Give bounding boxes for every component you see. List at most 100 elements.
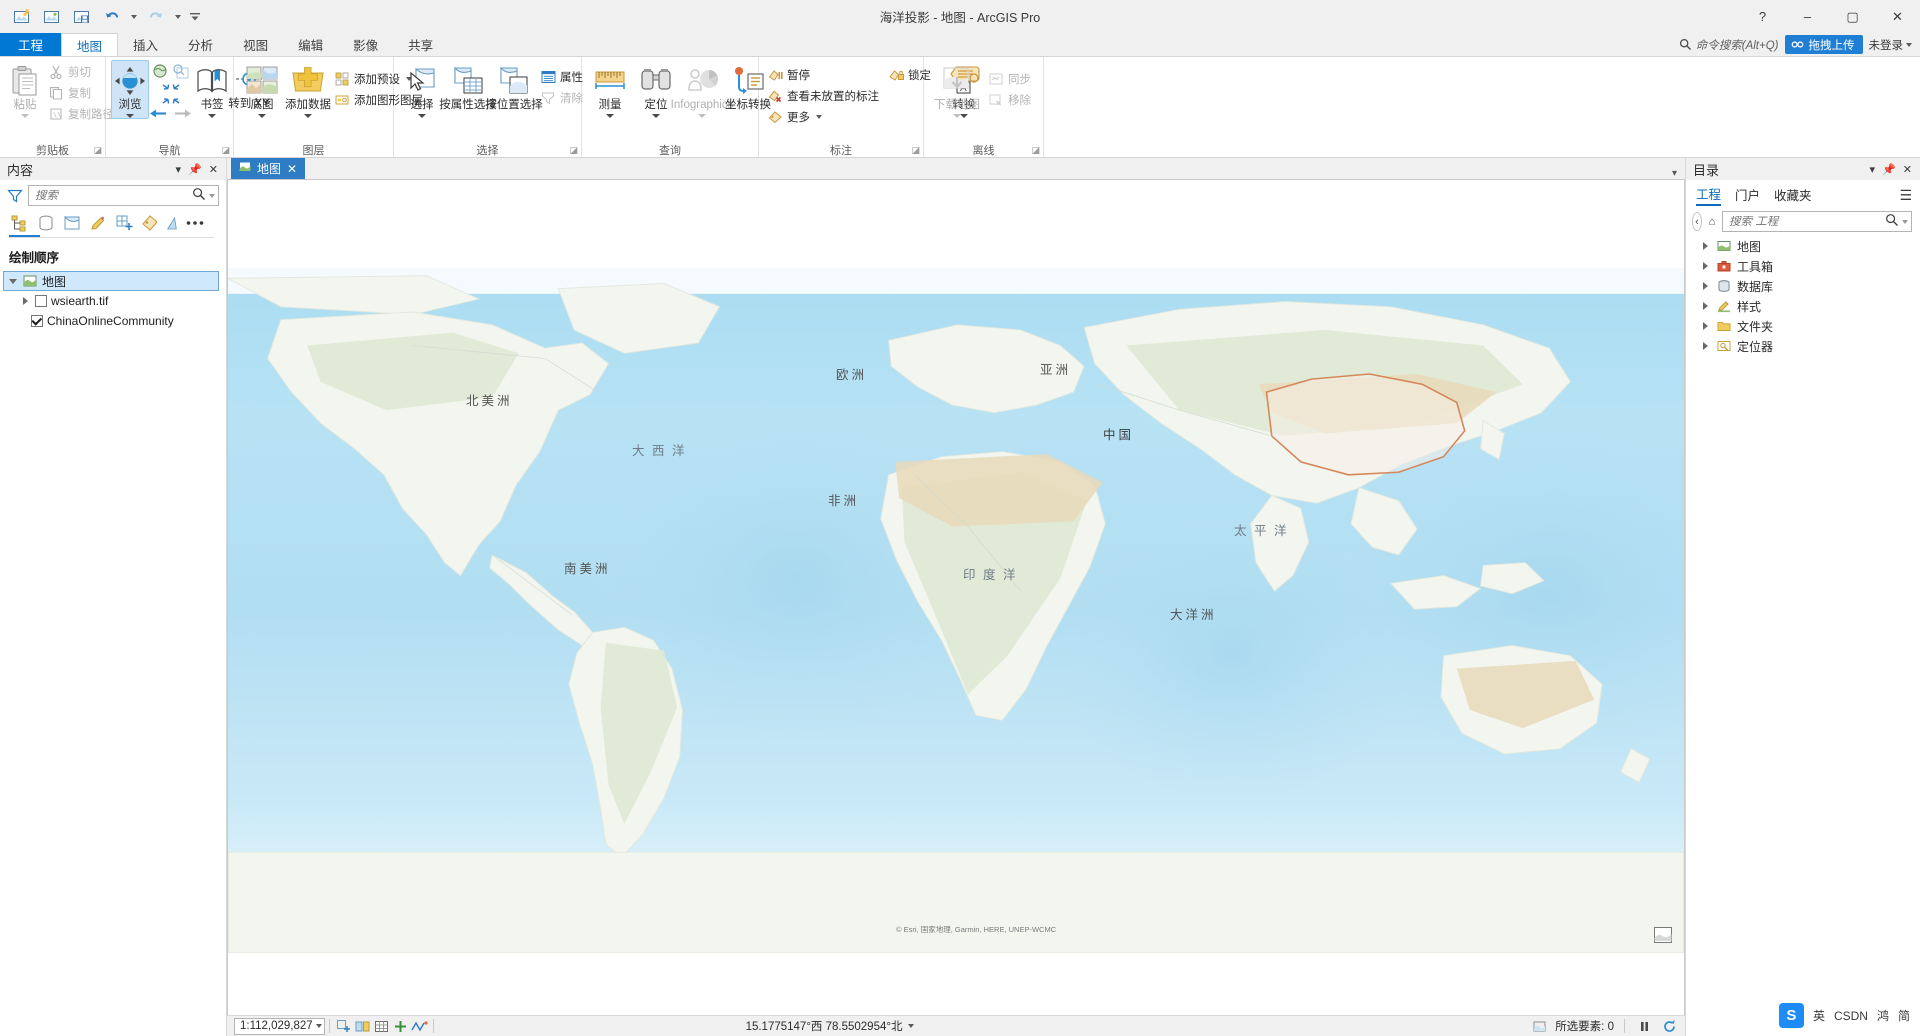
add-icon[interactable] bbox=[391, 1017, 410, 1036]
minimize-button[interactable]: – bbox=[1785, 0, 1830, 33]
basemap-dropdown-icon[interactable] bbox=[258, 114, 266, 118]
map-twisty-icon[interactable] bbox=[7, 278, 18, 284]
contents-search-box[interactable] bbox=[28, 185, 219, 206]
more-labeling-button[interactable]: 更多 bbox=[764, 106, 885, 127]
navigate-dialog-launcher-icon[interactable]: ◪ bbox=[221, 145, 230, 156]
map-view[interactable]: 北美洲 欧洲 亚洲 中国 大 西 洋 非洲 太 平 洋 印 度 洋 南美洲 大洋… bbox=[227, 179, 1685, 1015]
select-button[interactable]: 选择 bbox=[399, 60, 445, 119]
explore-dropdown-icon[interactable] bbox=[126, 114, 134, 118]
selection-settings-icon[interactable] bbox=[353, 1017, 372, 1036]
select-by-attributes-button[interactable]: 按属性选择 bbox=[439, 60, 497, 112]
basemap-button[interactable]: 底图 bbox=[239, 60, 285, 119]
remove-offline-button[interactable]: 移除 bbox=[985, 89, 1037, 110]
pause-labeling-button[interactable]: 暂停 bbox=[764, 64, 885, 85]
list-by-editing-icon[interactable] bbox=[87, 212, 109, 234]
maximize-button[interactable]: ▢ bbox=[1830, 0, 1875, 33]
infographics-button[interactable]: Infographics bbox=[671, 60, 733, 119]
undo-dropdown-icon[interactable] bbox=[128, 4, 140, 30]
catalog-home-icon[interactable]: ⌂ bbox=[1707, 212, 1717, 231]
map-overview-icon[interactable] bbox=[1654, 927, 1672, 943]
list-by-snapping-icon[interactable] bbox=[113, 212, 135, 234]
catalog-item-folders[interactable]: 文件夹 bbox=[1686, 316, 1920, 336]
tab-imagery[interactable]: 影像 bbox=[338, 33, 393, 56]
document-tab-close-icon[interactable]: ✕ bbox=[287, 162, 297, 176]
add-data-dropdown-icon[interactable] bbox=[304, 114, 312, 118]
catalog-item-styles[interactable]: 样式 bbox=[1686, 296, 1920, 316]
locate-dropdown-icon[interactable] bbox=[652, 114, 660, 118]
filter-icon[interactable] bbox=[7, 188, 23, 204]
catalog-back-icon[interactable]: ‹ bbox=[1692, 212, 1702, 231]
download-map-button[interactable]: 下载地图 bbox=[929, 60, 985, 119]
offline-dialog-launcher-icon[interactable]: ◪ bbox=[1031, 145, 1040, 156]
catalog-search-icon[interactable] bbox=[1885, 213, 1899, 230]
catalog-item-maps[interactable]: 地图 bbox=[1686, 236, 1920, 256]
contents-close-icon[interactable]: ✕ bbox=[209, 163, 218, 176]
select-dropdown-icon[interactable] bbox=[418, 114, 426, 118]
contents-pin-icon[interactable]: 📌 bbox=[188, 163, 202, 176]
chinaonlinecommunity-visibility-checkbox[interactable] bbox=[31, 315, 43, 327]
catalog-tab-project[interactable]: 工程 bbox=[1696, 184, 1722, 206]
save-project-icon[interactable] bbox=[68, 4, 96, 30]
list-by-drawing-order-icon[interactable] bbox=[9, 212, 31, 234]
add-data-button[interactable]: 添加数据 bbox=[285, 60, 331, 119]
bookmarks-button[interactable]: 书签 bbox=[192, 60, 232, 119]
catalog-item-toolboxes[interactable]: 工具箱 bbox=[1686, 256, 1920, 276]
paste-button[interactable]: 粘贴 bbox=[5, 60, 45, 119]
list-by-charts-icon[interactable] bbox=[165, 212, 179, 234]
tab-insert[interactable]: 插入 bbox=[118, 33, 173, 56]
tab-share[interactable]: 共享 bbox=[393, 33, 448, 56]
download-map-dropdown-icon[interactable] bbox=[953, 114, 961, 118]
layer-row-wsiearth[interactable]: wsiearth.tif bbox=[0, 291, 226, 311]
map-canvas[interactable]: 北美洲 欧洲 亚洲 中国 大 西 洋 非洲 太 平 洋 印 度 洋 南美洲 大洋… bbox=[228, 268, 1684, 953]
list-by-labeling-icon[interactable] bbox=[139, 212, 161, 234]
open-project-icon[interactable] bbox=[38, 4, 66, 30]
tab-map[interactable]: 地图 bbox=[61, 33, 119, 56]
select-by-location-button[interactable]: 按位置选择 bbox=[485, 60, 543, 112]
paste-dropdown-icon[interactable] bbox=[21, 114, 29, 118]
explore-button[interactable]: 浏览 bbox=[111, 60, 149, 119]
customize-qat-icon[interactable] bbox=[186, 4, 204, 30]
grid-icon[interactable] bbox=[372, 1017, 391, 1036]
list-by-selection-icon[interactable] bbox=[61, 212, 83, 234]
tab-view[interactable]: 视图 bbox=[228, 33, 283, 56]
document-tabs-overflow-icon[interactable]: ▾ bbox=[1672, 168, 1685, 179]
bookmarks-dropdown-icon[interactable] bbox=[208, 114, 216, 118]
map-scale-control[interactable]: 1:112,029,827 bbox=[234, 1017, 325, 1035]
sync-button[interactable]: 同步 bbox=[985, 68, 1037, 89]
undo-icon[interactable] bbox=[98, 4, 126, 30]
command-search[interactable]: 命令搜索(Alt+Q) bbox=[1679, 37, 1779, 53]
document-tab-map[interactable]: 地图 ✕ bbox=[231, 158, 306, 179]
wsiearth-visibility-checkbox[interactable] bbox=[35, 295, 47, 307]
measure-dropdown-icon[interactable] bbox=[606, 114, 614, 118]
upload-button[interactable]: 拖拽上传 bbox=[1784, 35, 1863, 54]
close-button[interactable]: ✕ bbox=[1875, 0, 1920, 33]
redo-icon[interactable] bbox=[142, 4, 170, 30]
infographics-dropdown-icon[interactable] bbox=[698, 114, 706, 118]
list-by-data-source-icon[interactable] bbox=[35, 212, 57, 234]
help-icon[interactable]: ? bbox=[1740, 0, 1785, 33]
view-unplaced-labels-button[interactable]: 查看未放置的标注 bbox=[764, 85, 885, 106]
labeling-dialog-launcher-icon[interactable]: ◪ bbox=[911, 145, 920, 156]
tab-project[interactable]: 工程 bbox=[0, 33, 62, 56]
measure-button[interactable]: 测量 bbox=[587, 60, 633, 119]
catalog-pin-icon[interactable]: 📌 bbox=[1882, 163, 1896, 176]
tab-analysis[interactable]: 分析 bbox=[173, 33, 228, 56]
contents-menu-dropdown-icon[interactable]: ▾ bbox=[176, 163, 182, 176]
clipboard-dialog-launcher-icon[interactable]: ◪ bbox=[93, 145, 102, 156]
measure-units-icon[interactable] bbox=[410, 1017, 429, 1036]
catalog-menu-dropdown-icon[interactable]: ▾ bbox=[1870, 163, 1876, 176]
previous-extent-icon[interactable] bbox=[149, 107, 168, 123]
signin-status[interactable]: 未登录 bbox=[1869, 37, 1912, 53]
catalog-close-icon[interactable]: ✕ bbox=[1903, 163, 1912, 176]
catalog-item-locators[interactable]: 定位器 bbox=[1686, 336, 1920, 356]
new-project-icon[interactable] bbox=[8, 4, 36, 30]
refresh-icon[interactable] bbox=[1660, 1017, 1679, 1036]
coordinates-dropdown-icon[interactable] bbox=[908, 1024, 915, 1028]
snapping-icon[interactable] bbox=[334, 1017, 353, 1036]
next-extent-icon[interactable] bbox=[173, 107, 192, 123]
catalog-search-box[interactable] bbox=[1722, 211, 1912, 232]
wsiearth-twisty-icon[interactable] bbox=[20, 297, 31, 305]
selection-dialog-launcher-icon[interactable]: ◪ bbox=[569, 145, 578, 156]
catalog-tab-favorites[interactable]: 收藏夹 bbox=[1774, 185, 1812, 205]
catalog-search-input[interactable] bbox=[1729, 215, 1885, 228]
